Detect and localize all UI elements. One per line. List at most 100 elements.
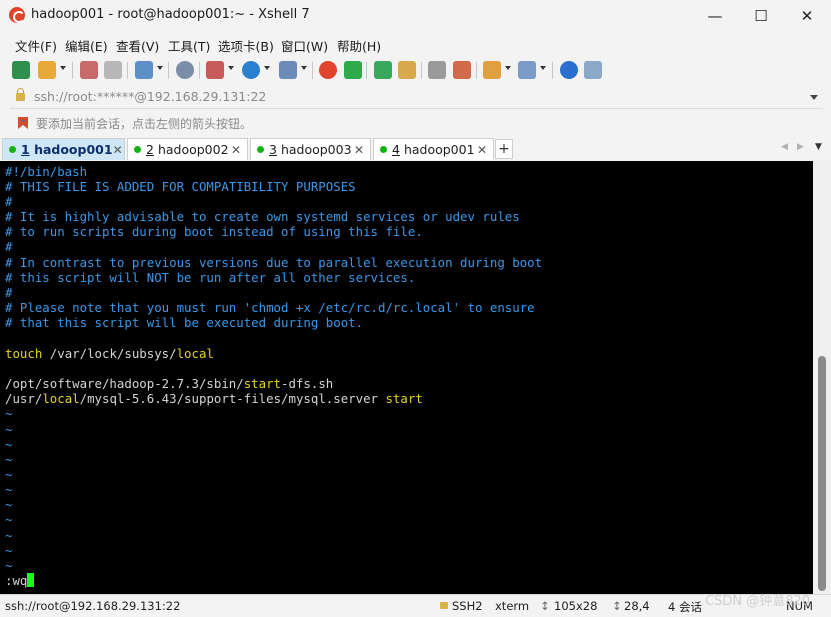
tab-list-dropdown-icon[interactable]: ▼ [815, 142, 822, 152]
chevron-down-icon[interactable] [810, 95, 818, 100]
fullscreen-icon[interactable] [374, 61, 392, 79]
terminal-line: # [5, 194, 13, 209]
toolbar-separator [421, 62, 422, 79]
menu-file[interactable]: 文件(F) [15, 36, 57, 55]
toolbar-separator [476, 62, 477, 79]
address-input[interactable]: ssh://root:******@192.168.29.131:22 [34, 89, 266, 104]
open-folder-icon[interactable] [38, 61, 56, 79]
terminal-tilde: ~ [5, 422, 13, 437]
toolbar-separator [127, 62, 128, 79]
keyboard-icon[interactable] [428, 61, 446, 79]
terminal-line: # Please note that you must run 'chmod +… [5, 300, 535, 315]
toolbar [0, 57, 831, 84]
font-dropdown-icon[interactable] [301, 66, 307, 70]
new-session-icon[interactable] [12, 61, 30, 79]
terminal-tilde: ~ [5, 482, 13, 497]
terminal-line: # [5, 239, 13, 254]
menu-tabs[interactable]: 选项卡(B) [218, 36, 274, 55]
open-dropdown-icon[interactable] [60, 66, 66, 70]
highlight-icon[interactable] [453, 61, 471, 79]
layout-dropdown-icon[interactable] [540, 66, 546, 70]
close-tab-icon[interactable]: ✕ [113, 143, 123, 157]
terminal-tilde: ~ [5, 497, 13, 512]
terminal-scrollbar[interactable] [813, 161, 831, 594]
status-protocol: SSH2 [452, 599, 483, 613]
resize-icon: ↕ [540, 599, 550, 613]
script-dropdown-icon[interactable] [505, 66, 511, 70]
terminal-line: # to run scripts during boot instead of … [5, 224, 423, 239]
terminal-tilde: ~ [5, 452, 13, 467]
address-bar[interactable]: ssh://root:******@192.168.29.131:22 [10, 86, 823, 109]
toolbar-separator [168, 62, 169, 79]
terminal-tilde: ~ [5, 406, 13, 421]
command-line[interactable]: :wq [5, 573, 35, 588]
lock-icon[interactable] [398, 61, 416, 79]
xmanager-icon[interactable] [344, 61, 362, 79]
tab-label: 4 hadoop001 [392, 142, 475, 157]
close-tab-icon[interactable]: ✕ [475, 143, 489, 157]
new-tab-dropdown-icon[interactable] [157, 66, 163, 70]
tab-scroll-right-icon[interactable]: ▶ [797, 142, 804, 152]
tab-hadoop003[interactable]: 3 hadoop003 ✕ [250, 138, 371, 160]
toolbar-separator [552, 62, 553, 79]
tab-label: 1 hadoop001 [21, 142, 113, 157]
terminal-view[interactable]: #!/bin/bash # THIS FILE IS ADDED FOR COM… [0, 161, 813, 594]
menu-tools[interactable]: 工具(T) [168, 36, 210, 55]
find-icon[interactable] [176, 61, 194, 79]
status-position: 28,4 [624, 599, 650, 613]
lock-icon [440, 602, 448, 609]
status-terminal-type: xterm [495, 599, 530, 613]
xshell-app-icon [9, 7, 25, 23]
chat-icon[interactable] [584, 61, 602, 79]
toolbar-separator [312, 62, 313, 79]
close-button[interactable]: ✕ [784, 0, 830, 31]
globe-dropdown-icon[interactable] [264, 66, 270, 70]
terminal-line: # In contrast to previous versions due t… [5, 255, 543, 270]
tab-hadoop002[interactable]: 2 hadoop002 ✕ [127, 138, 248, 160]
script-icon[interactable] [483, 61, 501, 79]
help-icon[interactable] [560, 61, 578, 79]
terminal-tilde: ~ [5, 543, 13, 558]
font-icon[interactable] [279, 61, 297, 79]
status-size: 105x28 [554, 599, 598, 613]
close-tab-icon[interactable]: ✕ [352, 143, 366, 157]
new-tab-icon[interactable] [135, 61, 153, 79]
terminal-line: # that this script will be executed duri… [5, 315, 364, 330]
layout-icon[interactable] [518, 61, 536, 79]
terminal-tilde: ~ [5, 558, 13, 573]
menu-view[interactable]: 查看(V) [116, 36, 159, 55]
terminal-line: # It is highly advisable to create own s… [5, 209, 520, 224]
terminal-line: #!/bin/bash [5, 164, 88, 179]
watermark: CSDN @钟意820 [705, 594, 811, 609]
add-tab-button[interactable]: + [495, 139, 513, 159]
minimize-button[interactable]: — [692, 0, 738, 31]
scrollbar-thumb[interactable] [818, 356, 826, 591]
bookmark-arrow-icon[interactable] [16, 116, 30, 130]
status-connection: ssh://root@192.168.29.131:22 [5, 599, 181, 613]
terminal-line-touch: touch /var/lock/subsys/local [5, 346, 214, 361]
tab-label: 2 hadoop002 [146, 142, 229, 157]
terminal-cursor [27, 573, 35, 587]
transfer-icon[interactable] [206, 61, 224, 79]
connect-icon[interactable] [80, 61, 98, 79]
menu-window[interactable]: 窗口(W) [281, 36, 328, 55]
terminal-tilde: ~ [5, 528, 13, 543]
window-title: hadoop001 - root@hadoop001:~ - Xshell 7 [31, 7, 310, 22]
close-tab-icon[interactable]: ✕ [229, 143, 243, 157]
tab-hadoop001-2[interactable]: 4 hadoop001 ✕ [373, 138, 494, 160]
tab-hadoop001[interactable]: 1 hadoop001 ✕ [2, 138, 125, 160]
maximize-button[interactable]: ☐ [738, 0, 784, 31]
menu-help[interactable]: 帮助(H) [337, 36, 381, 55]
menu-edit[interactable]: 编辑(E) [65, 36, 108, 55]
disconnect-icon[interactable] [104, 61, 122, 79]
globe-icon[interactable] [242, 61, 260, 79]
tab-label: 3 hadoop003 [269, 142, 352, 157]
transfer-dropdown-icon[interactable] [228, 66, 234, 70]
terminal-tilde: ~ [5, 437, 13, 452]
connected-status-icon [380, 146, 387, 153]
xftp-icon[interactable] [319, 61, 337, 79]
terminal-line: # this script will NOT be run after all … [5, 270, 416, 285]
title-bar: hadoop001 - root@hadoop001:~ - Xshell 7 … [0, 0, 831, 31]
tab-scroll-left-icon[interactable]: ◀ [781, 142, 788, 152]
toolbar-separator [366, 62, 367, 79]
